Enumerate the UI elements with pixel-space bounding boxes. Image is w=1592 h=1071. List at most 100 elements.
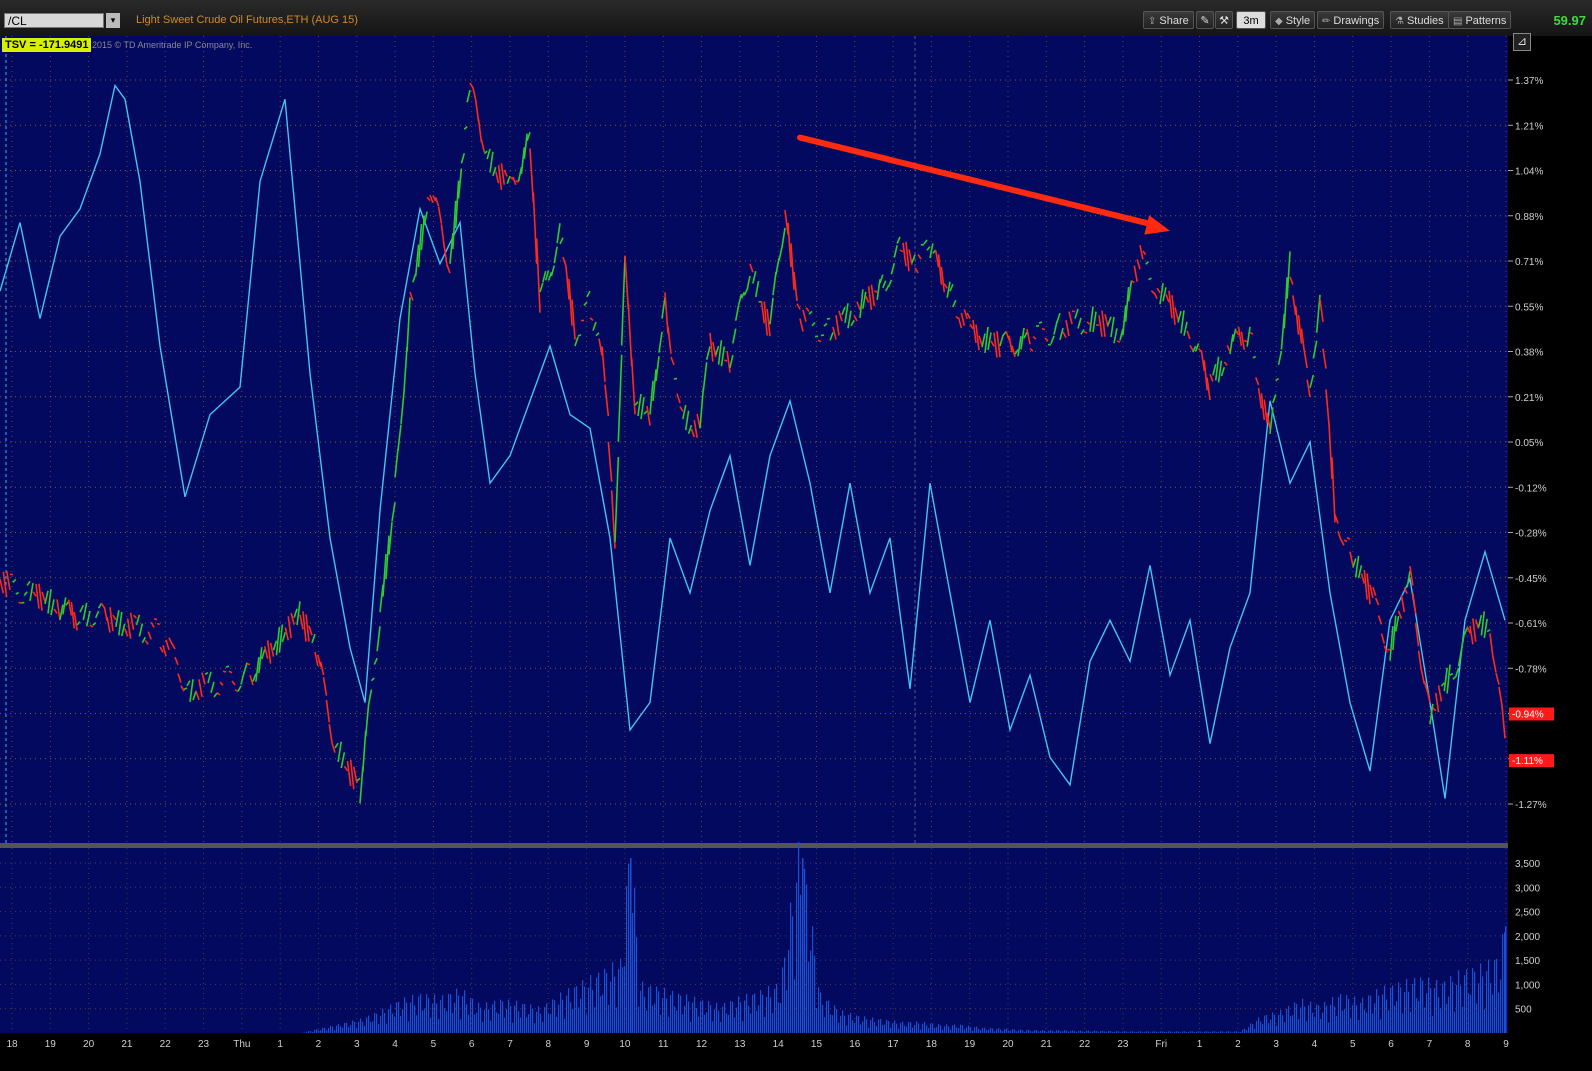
- volume-bar: [632, 912, 634, 1033]
- volume-bar: [778, 1002, 780, 1033]
- volume-bar: [730, 1001, 732, 1033]
- volume-bar: [1482, 976, 1484, 1033]
- style-button[interactable]: ◆ Style: [1270, 11, 1316, 29]
- volume-bar: [900, 1022, 902, 1033]
- volume-bar: [1092, 1031, 1094, 1033]
- volume-bar: [1224, 1032, 1226, 1033]
- wrench-icon: ⚒: [1219, 15, 1229, 27]
- volume-bar: [524, 1003, 526, 1033]
- volume-bar: [744, 1000, 746, 1033]
- volume-bar: [952, 1025, 954, 1033]
- volume-bar: [808, 961, 810, 1033]
- volume-bar: [1394, 1005, 1396, 1033]
- chevron-down-icon[interactable]: ▾: [106, 13, 120, 28]
- volume-bar: [1252, 1024, 1254, 1033]
- volume-bar: [1066, 1030, 1068, 1033]
- price-segment: [820, 334, 825, 337]
- volume-bar: [1478, 983, 1480, 1033]
- volume-bar: [914, 1024, 916, 1033]
- volume-bar: [658, 991, 660, 1033]
- volume-bar: [1186, 1031, 1188, 1033]
- volume-bar: [406, 1002, 408, 1033]
- price-chart[interactable]: 1.37% 1.21% 1.04% 0.88% 0.71% 0.55% 0.38% 0.21%…: [0, 36, 1592, 1071]
- volume-bar: [526, 1017, 528, 1033]
- volume-bar: [418, 996, 420, 1033]
- volume-bar: [998, 1028, 1000, 1033]
- y-tick-label: 1.37%: [1515, 76, 1543, 87]
- volume-bar: [618, 969, 620, 1033]
- volume-bar: [1228, 1031, 1230, 1033]
- volume-bar: [1048, 1030, 1050, 1033]
- drawings-button[interactable]: ✏ Drawings: [1317, 11, 1385, 29]
- volume-bar: [856, 1015, 858, 1033]
- volume-bar: [432, 1003, 434, 1033]
- volume-bar: [760, 990, 762, 1033]
- volume-bar: [674, 1006, 676, 1033]
- volume-bar: [1040, 1031, 1042, 1033]
- volume-bar: [954, 1024, 956, 1033]
- volume-bar: [360, 1018, 362, 1033]
- volume-bar: [668, 1016, 670, 1033]
- volume-bar: [626, 886, 628, 1033]
- volume-bar: [328, 1028, 330, 1033]
- volume-bar: [550, 1013, 552, 1033]
- volume-bar: [1162, 1031, 1164, 1033]
- volume-bar: [332, 1026, 334, 1033]
- volume-bar: [1314, 1017, 1316, 1033]
- price-segment: [1038, 321, 1043, 324]
- studies-button[interactable]: ⚗ Studies: [1390, 11, 1449, 29]
- volume-bar: [1472, 968, 1474, 1033]
- volume-bar: [818, 987, 820, 1033]
- volume-bar: [500, 999, 502, 1033]
- pane-divider[interactable]: [0, 843, 1508, 848]
- timeframe-button[interactable]: 3m: [1236, 11, 1266, 29]
- volume-bar: [1400, 987, 1402, 1033]
- study-value-label[interactable]: TSV = -171.9491: [2, 38, 92, 52]
- price-segment: [1116, 340, 1121, 343]
- volume-bar: [784, 957, 786, 1033]
- volume-bar: [1422, 980, 1424, 1033]
- volume-bar: [608, 1004, 610, 1033]
- volume-bar: [1032, 1031, 1034, 1033]
- symbol-input[interactable]: /CL: [4, 13, 104, 28]
- volume-bar: [868, 1027, 870, 1033]
- x-tick-label: Thu: [233, 1039, 250, 1050]
- patterns-button[interactable]: ▤ Patterns: [1448, 11, 1512, 29]
- volume-bar: [624, 966, 626, 1033]
- volume-bar: [1322, 1012, 1324, 1033]
- volume-bar: [1476, 1003, 1478, 1033]
- volume-bar: [486, 1002, 488, 1033]
- volume-bar: [1420, 977, 1422, 1033]
- volume-bar: [454, 1002, 456, 1033]
- volume-bar: [1142, 1032, 1144, 1033]
- share-button[interactable]: ⇪ Share: [1143, 11, 1194, 29]
- volume-bar: [1010, 1030, 1012, 1033]
- volume-bar: [752, 994, 754, 1033]
- price-segment: [1095, 323, 1100, 327]
- volume-bar: [1348, 999, 1350, 1033]
- volume-bar: [1366, 1012, 1368, 1033]
- volume-bar: [570, 1002, 572, 1033]
- volume-bar: [610, 981, 612, 1033]
- drawing-tool-button[interactable]: ✎: [1196, 11, 1214, 29]
- volume-bar: [926, 1025, 928, 1033]
- volume-bar: [1466, 969, 1468, 1033]
- volume-bar: [416, 1015, 418, 1033]
- volume-bar: [1340, 993, 1342, 1033]
- volume-bar: [1290, 1016, 1292, 1033]
- price-badge-label: -0.94%: [1512, 710, 1544, 721]
- volume-bar: [828, 1000, 830, 1033]
- volume-bar: [1244, 1028, 1246, 1033]
- volume-bar: [398, 1001, 400, 1033]
- volume-bar: [542, 1021, 544, 1033]
- volume-bar: [770, 997, 772, 1033]
- volume-bar: [872, 1017, 874, 1033]
- volume-bar: [540, 1013, 542, 1033]
- settings-button[interactable]: ⚒: [1215, 11, 1233, 29]
- volume-bar: [670, 995, 672, 1033]
- volume-bar: [1016, 1031, 1018, 1033]
- volume-bar: [1194, 1032, 1196, 1033]
- volume-bar: [580, 998, 582, 1033]
- volume-bar: [600, 996, 602, 1033]
- resize-icon[interactable]: ⊿: [1513, 33, 1531, 51]
